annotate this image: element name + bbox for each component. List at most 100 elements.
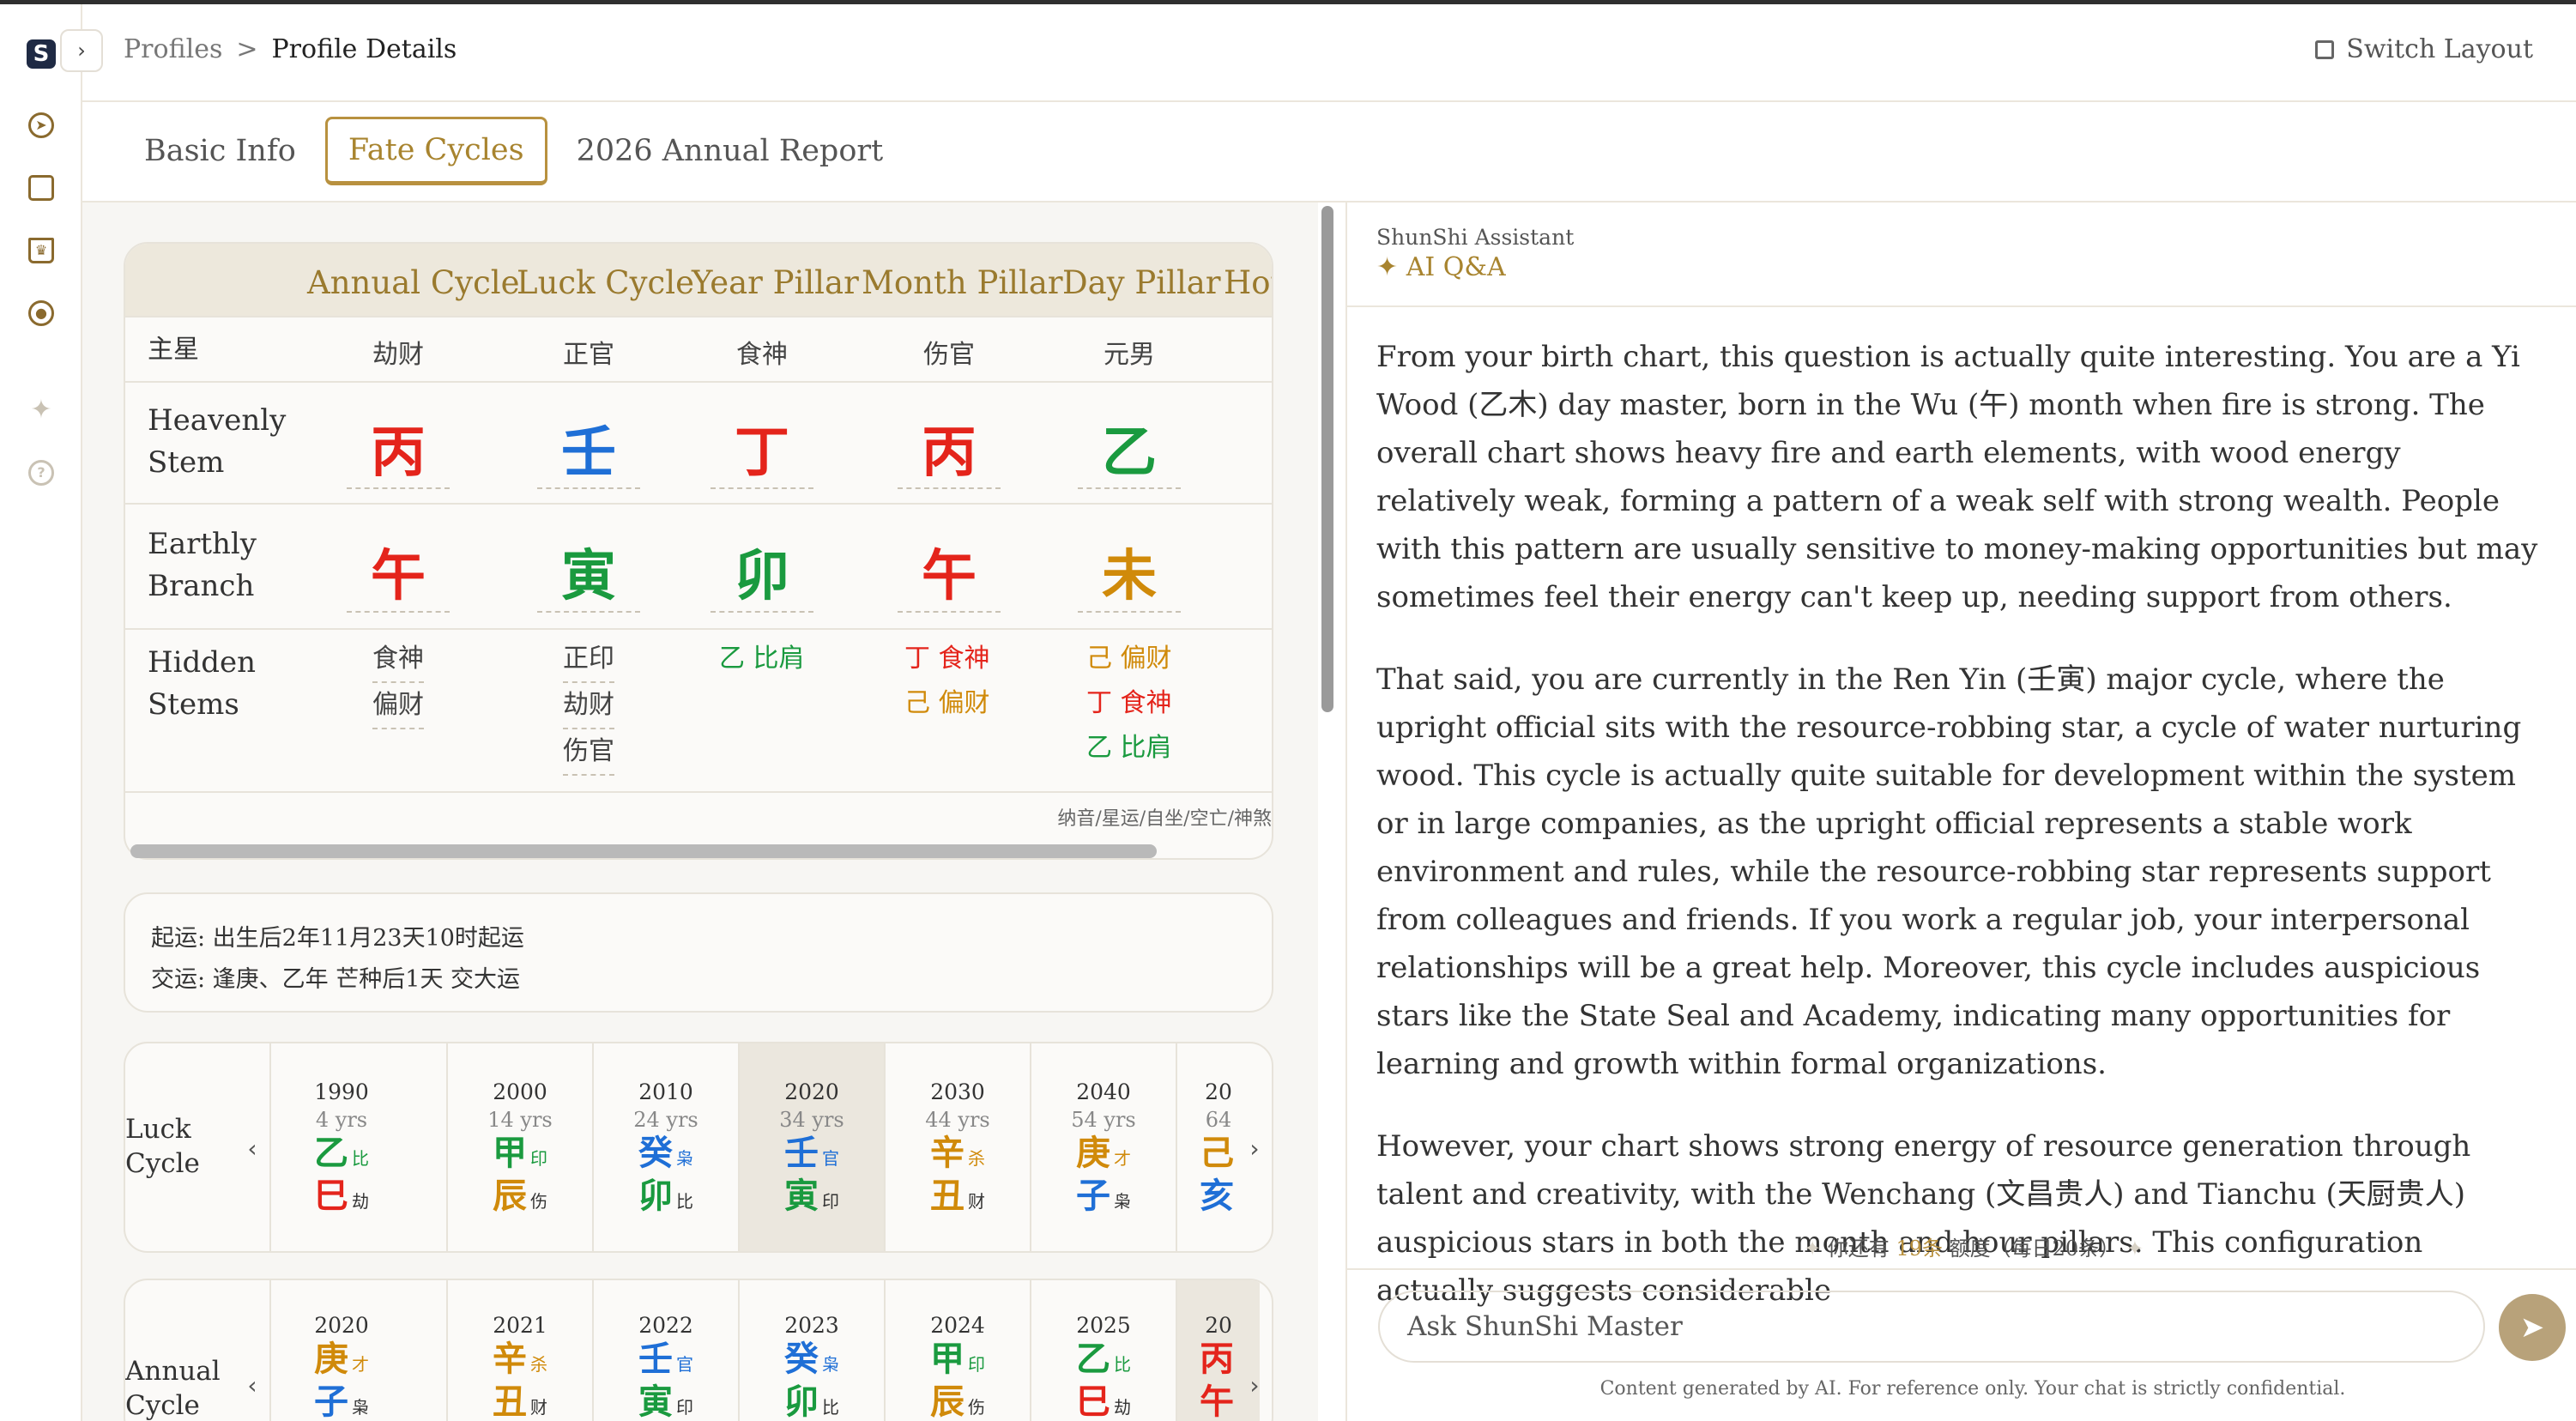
luck-cycle-year: 2030 bbox=[930, 1079, 985, 1104]
assistant-answer: From your birth chart, this question is … bbox=[1376, 333, 2543, 1349]
annual-cycle-branch-glyph: 丑 bbox=[493, 1382, 527, 1421]
assistant-name: ShunShi Assistant bbox=[1376, 225, 1575, 250]
diamond-icon: ✦ bbox=[1804, 1237, 1828, 1261]
sparkle-icon: ✦ bbox=[1376, 252, 1406, 282]
luck-cycle-stem-tag: 才 bbox=[1114, 1148, 1131, 1169]
luck-prev-button[interactable]: ‹ bbox=[235, 1043, 269, 1251]
annual-cycle-stem-glyph: 癸 bbox=[784, 1339, 819, 1379]
annual-cycle-stem-tag: 比 bbox=[1114, 1354, 1131, 1375]
stem-glyph: 乙 bbox=[1078, 408, 1181, 489]
luck-cycle-stem-tag: 比 bbox=[352, 1148, 369, 1169]
annual-next-button[interactable]: › bbox=[1237, 1280, 1272, 1421]
luck-cycle-column[interactable]: 2020 34 yrs 壬官寅印 bbox=[738, 1043, 884, 1251]
annual-cycle-year: 2025 bbox=[1076, 1313, 1131, 1338]
stem-glyph: 丁 bbox=[711, 408, 813, 489]
luck-cycle-year: 2040 bbox=[1076, 1079, 1131, 1104]
annual-cycle-branch: 子枭 bbox=[271, 1381, 412, 1421]
annual-cycle-stem-tag: 印 bbox=[968, 1354, 985, 1375]
luck-cycle-age: 24 yrs bbox=[633, 1108, 698, 1132]
luck-cycle-branch-tag: 财 bbox=[968, 1191, 985, 1212]
top-border bbox=[0, 0, 2576, 4]
luck-start-line: 起运: 出生后2年11月23天10时起运 bbox=[151, 925, 524, 952]
expand-sidebar-button[interactable]: › bbox=[60, 29, 103, 72]
annual-cycle-branch: 寅印 bbox=[594, 1381, 738, 1421]
luck-cycle-strip: Luck Cycle ‹ 1990 4 yrs 乙比巳劫 2000 14 yrs 甲印辰伤… bbox=[124, 1042, 1273, 1253]
annual-cycle-branch-tag: 枭 bbox=[352, 1397, 369, 1418]
tab-annual-report[interactable]: 2026 Annual Report bbox=[577, 118, 884, 184]
tab-fate-cycles[interactable]: Fate Cycles bbox=[324, 117, 547, 185]
annual-cycle-branch: 辰伤 bbox=[886, 1381, 1030, 1421]
luck-cycle-branch-glyph: 巳 bbox=[314, 1176, 348, 1216]
pillars-table: Annual Cycle Luck Cycle Year Pillar Mont… bbox=[124, 242, 1273, 860]
col-day-pillar: Day Pillar bbox=[1062, 264, 1221, 301]
luck-cycle-year: 2020 bbox=[784, 1079, 839, 1104]
panel-divider[interactable] bbox=[1345, 203, 1347, 1421]
luck-cycle-stem: 癸枭 bbox=[594, 1132, 738, 1175]
annual-cycle-stem-tag: 枭 bbox=[822, 1354, 839, 1375]
main-star-label: 主星 bbox=[148, 335, 199, 365]
luck-cycle-column[interactable]: 2010 24 yrs 癸枭卯比 bbox=[592, 1043, 738, 1251]
annual-cycle-column[interactable]: 2022 壬官寅印 bbox=[592, 1280, 738, 1421]
help-icon[interactable]: ? bbox=[28, 460, 54, 486]
annual-cycle-column[interactable]: 2020 庚才子枭 bbox=[269, 1280, 412, 1421]
annual-cycle-branch-glyph: 寅 bbox=[638, 1382, 673, 1421]
annual-cycle-column[interactable]: 2025 乙比巳劫 bbox=[1030, 1280, 1176, 1421]
ai-qa-label: AI Q&A bbox=[1406, 252, 1506, 282]
branch-glyph: 午 bbox=[898, 532, 1001, 613]
hidden-stem: 丁 食神 bbox=[904, 644, 990, 674]
send-button[interactable]: ➤ bbox=[2499, 1294, 2566, 1361]
luck-cycle-branch-glyph: 子 bbox=[1076, 1176, 1110, 1216]
annual-cycle-stem-tag: 才 bbox=[352, 1354, 369, 1375]
luck-cycle-column[interactable]: 1990 4 yrs 乙比巳劫 bbox=[269, 1043, 412, 1251]
annual-cycle-branch-glyph: 卯 bbox=[784, 1382, 819, 1421]
left-panel-scrollbar[interactable] bbox=[1321, 206, 1333, 712]
annual-cycle-column[interactable]: 2021 辛杀丑财 bbox=[446, 1280, 592, 1421]
quota-prefix: 你还有 bbox=[1827, 1237, 1890, 1261]
luck-cycle-stem: 壬官 bbox=[740, 1132, 884, 1175]
left-rail: S ➤ ♛ ● ✦ ? bbox=[0, 4, 82, 1421]
luck-cycle-branch: 子枭 bbox=[1031, 1175, 1176, 1218]
compass-icon[interactable]: ➤ bbox=[28, 112, 54, 138]
pillars-horizontal-scrollbar[interactable] bbox=[130, 844, 1157, 858]
switch-layout-button[interactable]: Switch Layout bbox=[2315, 34, 2533, 64]
luck-cycle-column[interactable]: 2000 14 yrs 甲印辰伤 bbox=[446, 1043, 592, 1251]
annual-cycle-column[interactable]: 2023 癸枭卯比 bbox=[738, 1280, 884, 1421]
quota-suffix: 额度（每日20条） bbox=[1949, 1237, 2120, 1261]
hidden-stem-list: 丁 食神 己 偏财 bbox=[904, 637, 990, 726]
stem-glyph: 壬 bbox=[537, 408, 640, 489]
annual-cycle-year: 2023 bbox=[784, 1313, 839, 1338]
tab-basic-info[interactable]: Basic Info bbox=[144, 118, 296, 184]
luck-transition-line: 交运: 逢庚、乙年 芒种后1天 交大运 bbox=[151, 966, 521, 993]
user-circle-icon[interactable]: ● bbox=[28, 300, 54, 326]
luck-cycle-column[interactable]: 2030 44 yrs 辛杀丑财 bbox=[884, 1043, 1030, 1251]
folder-icon[interactable] bbox=[28, 175, 54, 201]
chat-divider bbox=[1347, 1268, 2576, 1270]
pillars-footer[interactable]: 纳音/星运/自坐/空亡/神煞 bbox=[1057, 803, 1272, 831]
chat-input[interactable]: Ask ShunShi Master bbox=[1378, 1291, 2485, 1363]
col-annual-cycle: Annual Cycle bbox=[307, 264, 520, 301]
luck-next-button[interactable]: › bbox=[1237, 1043, 1272, 1251]
annual-cycle-branch-glyph: 辰 bbox=[930, 1382, 964, 1421]
breadcrumb-current: Profile Details bbox=[271, 34, 457, 64]
annual-cycle-branch-tag: 伤 bbox=[968, 1397, 985, 1418]
answer-paragraph: From your birth chart, this question is … bbox=[1376, 340, 2538, 614]
crown-icon[interactable]: ♛ bbox=[28, 238, 54, 263]
hidden-stem-list: 乙 比肩 bbox=[719, 637, 805, 681]
hidden-stem-list: 食神 偏财 bbox=[372, 637, 424, 729]
annual-cycle-column[interactable]: 2024 甲印辰伤 bbox=[884, 1280, 1030, 1421]
annual-cycle-stem: 癸枭 bbox=[740, 1338, 884, 1381]
luck-cycle-stem: 庚才 bbox=[1031, 1132, 1176, 1175]
luck-cycle-column[interactable]: 2040 54 yrs 庚才子枭 bbox=[1030, 1043, 1176, 1251]
stem-glyph: 丙 bbox=[898, 408, 1001, 489]
sparkle-icon[interactable]: ✦ bbox=[28, 397, 54, 423]
app-logo[interactable]: S bbox=[27, 39, 56, 69]
luck-cycle-age: 14 yrs bbox=[487, 1108, 553, 1132]
luck-cycle-stem-glyph: 庚 bbox=[1076, 1134, 1110, 1173]
hidden-stem: 乙 比肩 bbox=[1086, 733, 1172, 763]
hidden-stems-label: Hidden Stems bbox=[148, 645, 257, 723]
annual-prev-button[interactable]: ‹ bbox=[235, 1280, 269, 1421]
luck-cycle-stem-tag: 杀 bbox=[968, 1148, 985, 1169]
grid-icon bbox=[2315, 40, 2335, 59]
main-star-cell: 伤官 bbox=[923, 340, 975, 370]
breadcrumb-profiles-link[interactable]: Profiles bbox=[124, 34, 222, 64]
